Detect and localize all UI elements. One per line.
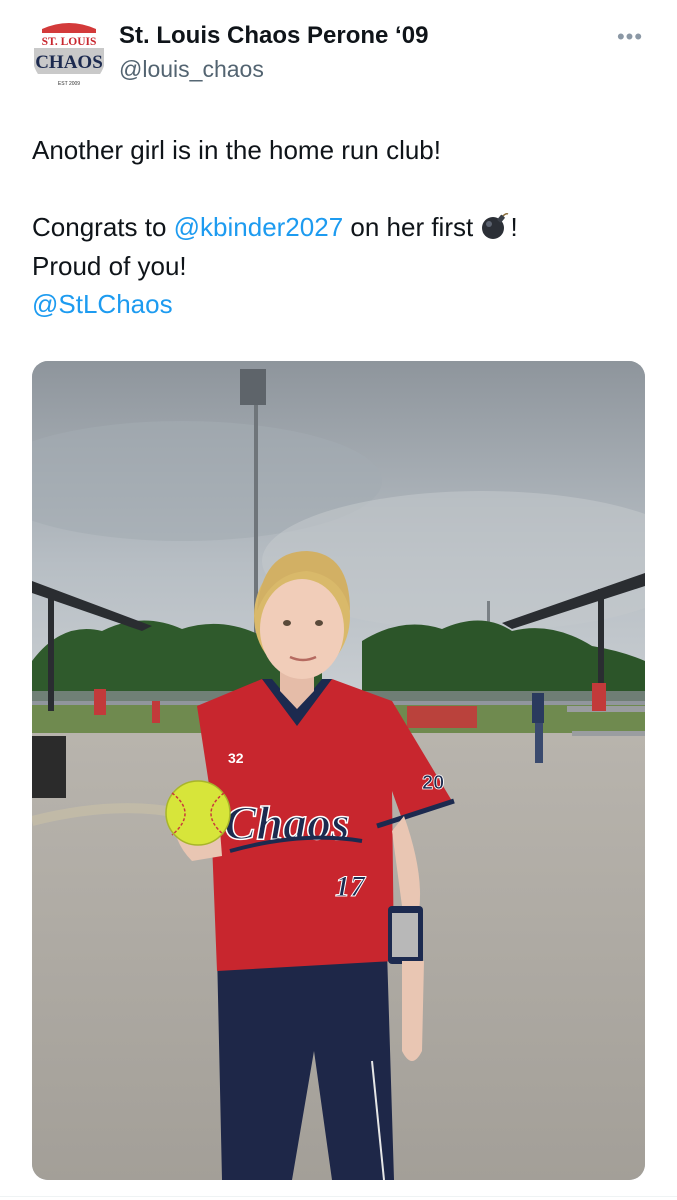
tweet-line-2-end: ! <box>510 212 518 242</box>
logo-text-main: CHAOS <box>35 52 103 73</box>
logo-text-bottom: EST 2009 <box>58 81 80 87</box>
tweet-photo[interactable]: Chaos 17 32 20 <box>32 361 645 1180</box>
tweet-line-2-prefix: Congrats to <box>32 212 174 242</box>
softball-player-photo: Chaos 17 32 20 <box>32 361 645 1180</box>
mention-kbinder2027[interactable]: @kbinder2027 <box>174 212 344 242</box>
author-avatar[interactable]: ST. LOUIS CHAOS EST 2009 <box>32 17 106 91</box>
tweet-line-2-suffix: on her first <box>343 212 481 242</box>
mention-stlchaos[interactable]: @StLChaos <box>32 285 642 324</box>
jersey-text: Chaos <box>224 797 349 850</box>
tweet-line-2: Congrats to @kbinder2027 on her first ! <box>32 208 642 247</box>
more-options-icon[interactable]: ••• <box>612 20 648 54</box>
tweet-line-3: Proud of you! <box>32 250 187 281</box>
bottom-divider <box>0 1196 677 1197</box>
bomb-emoji-icon <box>482 213 509 239</box>
jersey-number: 17 <box>335 870 366 903</box>
sleeve-number: 20 <box>422 772 444 794</box>
tweet-line-1: Another girl is in the home run club! <box>32 135 441 165</box>
author-handle[interactable]: @louis_chaos <box>119 56 264 83</box>
author-display-name[interactable]: St. Louis Chaos Perone ‘09 <box>119 22 428 50</box>
tweet-text: Another girl is in the home run club! Co… <box>32 131 642 324</box>
chaos-logo-icon: ST. LOUIS CHAOS EST 2009 <box>32 17 106 91</box>
jersey-brand: 32 <box>228 750 244 766</box>
logo-text-top: ST. LOUIS <box>42 36 97 48</box>
